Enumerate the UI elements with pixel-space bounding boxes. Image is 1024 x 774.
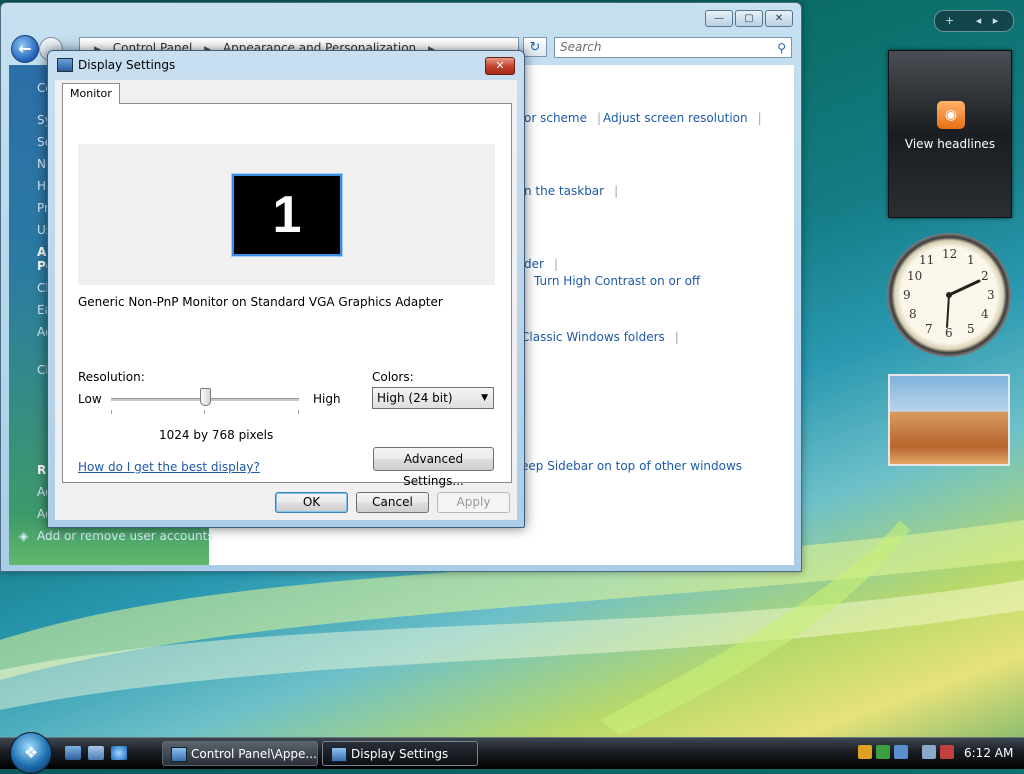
- task-label: Display Settings: [351, 747, 449, 761]
- close-button[interactable]: ✕: [765, 10, 793, 27]
- switch-windows-icon[interactable]: [88, 746, 104, 760]
- display-settings-icon: [331, 747, 347, 762]
- refresh-button[interactable]: ↻: [523, 37, 547, 57]
- colors-select[interactable]: High (24 bit) ▼: [372, 387, 494, 409]
- sidebar-controls: + ◂ ▸: [934, 10, 1014, 32]
- apply-button[interactable]: Apply: [437, 492, 510, 513]
- windows-logo-icon: ❖: [23, 743, 39, 762]
- help-link[interactable]: How do I get the best display?: [78, 460, 260, 474]
- link-folder[interactable]: der |: [524, 257, 558, 271]
- display-settings-dialog: Display Settings ✕ Monitor 1 Generic Non…: [47, 50, 525, 528]
- monitor-preview: 1: [78, 144, 495, 285]
- monitor-name: Generic Non-PnP Monitor on Standard VGA …: [78, 295, 443, 309]
- taskbar: ❖ Control Panel\Appe... Display Settings…: [0, 732, 1024, 774]
- shield-icon: ◈: [19, 529, 29, 543]
- task-control-panel[interactable]: Control Panel\Appe...: [162, 741, 318, 766]
- back-button[interactable]: ←: [11, 35, 39, 63]
- security-shield-icon[interactable]: [858, 745, 872, 759]
- link-text: Turn High Contrast on or off: [534, 274, 701, 288]
- tab-panel: 1 Generic Non-PnP Monitor on Standard VG…: [62, 103, 512, 488]
- window-controls: — ▢ ✕: [705, 10, 793, 27]
- feed-headlines-gadget[interactable]: ◉ View headlines: [888, 50, 1012, 218]
- slider-tick: [111, 410, 112, 414]
- feed-label: View headlines: [904, 137, 996, 151]
- task-display-settings[interactable]: Display Settings: [322, 741, 478, 766]
- link-sidebar-on-top[interactable]: eep Sidebar on top of other windows: [521, 459, 742, 473]
- tab-monitor[interactable]: Monitor: [62, 83, 120, 104]
- link-color-scheme[interactable]: or scheme |: [524, 111, 601, 125]
- volume-muted-icon[interactable]: [940, 745, 954, 759]
- close-icon: ✕: [495, 59, 505, 72]
- link-text: n the taskbar: [524, 184, 605, 198]
- link-classic-folders[interactable]: Classic Windows folders |: [521, 330, 679, 344]
- link-text: or scheme: [524, 111, 587, 125]
- taskbar-clock[interactable]: 6:12 AM: [964, 746, 1013, 760]
- advanced-settings-button[interactable]: Advanced Settings...: [373, 447, 494, 488]
- slideshow-gadget[interactable]: [888, 374, 1010, 466]
- display-settings-icon: [57, 58, 73, 72]
- chevron-left-icon[interactable]: ◂: [976, 14, 982, 27]
- resolution-low-label: Low: [78, 392, 102, 406]
- sidebar-icon[interactable]: [876, 745, 890, 759]
- rss-icon: ◉: [937, 101, 965, 129]
- search-placeholder: Search: [560, 40, 602, 54]
- slider-tick: [298, 410, 299, 414]
- clock-gadget[interactable]: 12 1 2 3 4 5 6 7 8 9 10 11: [887, 233, 1011, 357]
- slider-tick: [204, 410, 205, 414]
- dialog-close-button[interactable]: ✕: [485, 57, 515, 75]
- colors-selected-value: High (24 bit): [377, 391, 453, 405]
- control-panel-icon: [171, 747, 187, 762]
- minimize-button[interactable]: —: [705, 10, 733, 27]
- search-input[interactable]: Search ⚲: [554, 37, 792, 58]
- cancel-button[interactable]: Cancel: [356, 492, 429, 513]
- link-high-contrast[interactable]: Turn High Contrast on or off: [534, 274, 700, 288]
- search-icon[interactable]: ⚲: [777, 39, 786, 58]
- maximize-button[interactable]: ▢: [735, 10, 763, 27]
- resolution-high-label: High: [313, 392, 341, 406]
- ok-button[interactable]: OK: [275, 492, 348, 513]
- link-text: der: [524, 257, 544, 271]
- resolution-value: 1024 by 768 pixels: [159, 428, 274, 442]
- add-gadget-icon[interactable]: +: [945, 14, 954, 27]
- link-text: eep Sidebar on top of other windows: [521, 459, 743, 473]
- arrow-left-icon: ←: [18, 39, 32, 58]
- colors-label: Colors:: [372, 370, 414, 384]
- link-text: Adjust screen resolution: [603, 111, 748, 125]
- internet-explorer-icon[interactable]: [111, 746, 127, 760]
- link-text: Classic Windows folders: [521, 330, 665, 344]
- resolution-slider-thumb[interactable]: [200, 388, 211, 406]
- task-label: Control Panel\Appe...: [191, 747, 317, 761]
- network-icon[interactable]: [922, 745, 936, 759]
- show-desktop-icon[interactable]: [65, 746, 81, 760]
- monitor-1-icon[interactable]: 1: [231, 173, 343, 257]
- link-adjust-resolution[interactable]: Adjust screen resolution |: [603, 111, 762, 125]
- left-pane-item[interactable]: Add or remove user accounts: [37, 529, 214, 543]
- dialog-title: Display Settings: [78, 58, 176, 72]
- clock-hands: [946, 279, 981, 328]
- windows-update-icon[interactable]: [894, 745, 908, 759]
- dropdown-arrow-icon: ▼: [481, 393, 488, 403]
- dialog-client: Monitor 1 Generic Non-PnP Monitor on Sta…: [55, 80, 517, 520]
- chevron-right-icon[interactable]: ▸: [993, 14, 999, 27]
- resolution-label: Resolution:: [78, 370, 145, 384]
- system-tray: [858, 745, 954, 759]
- link-taskbar[interactable]: n the taskbar |: [524, 184, 618, 198]
- refresh-icon: ↻: [529, 40, 541, 55]
